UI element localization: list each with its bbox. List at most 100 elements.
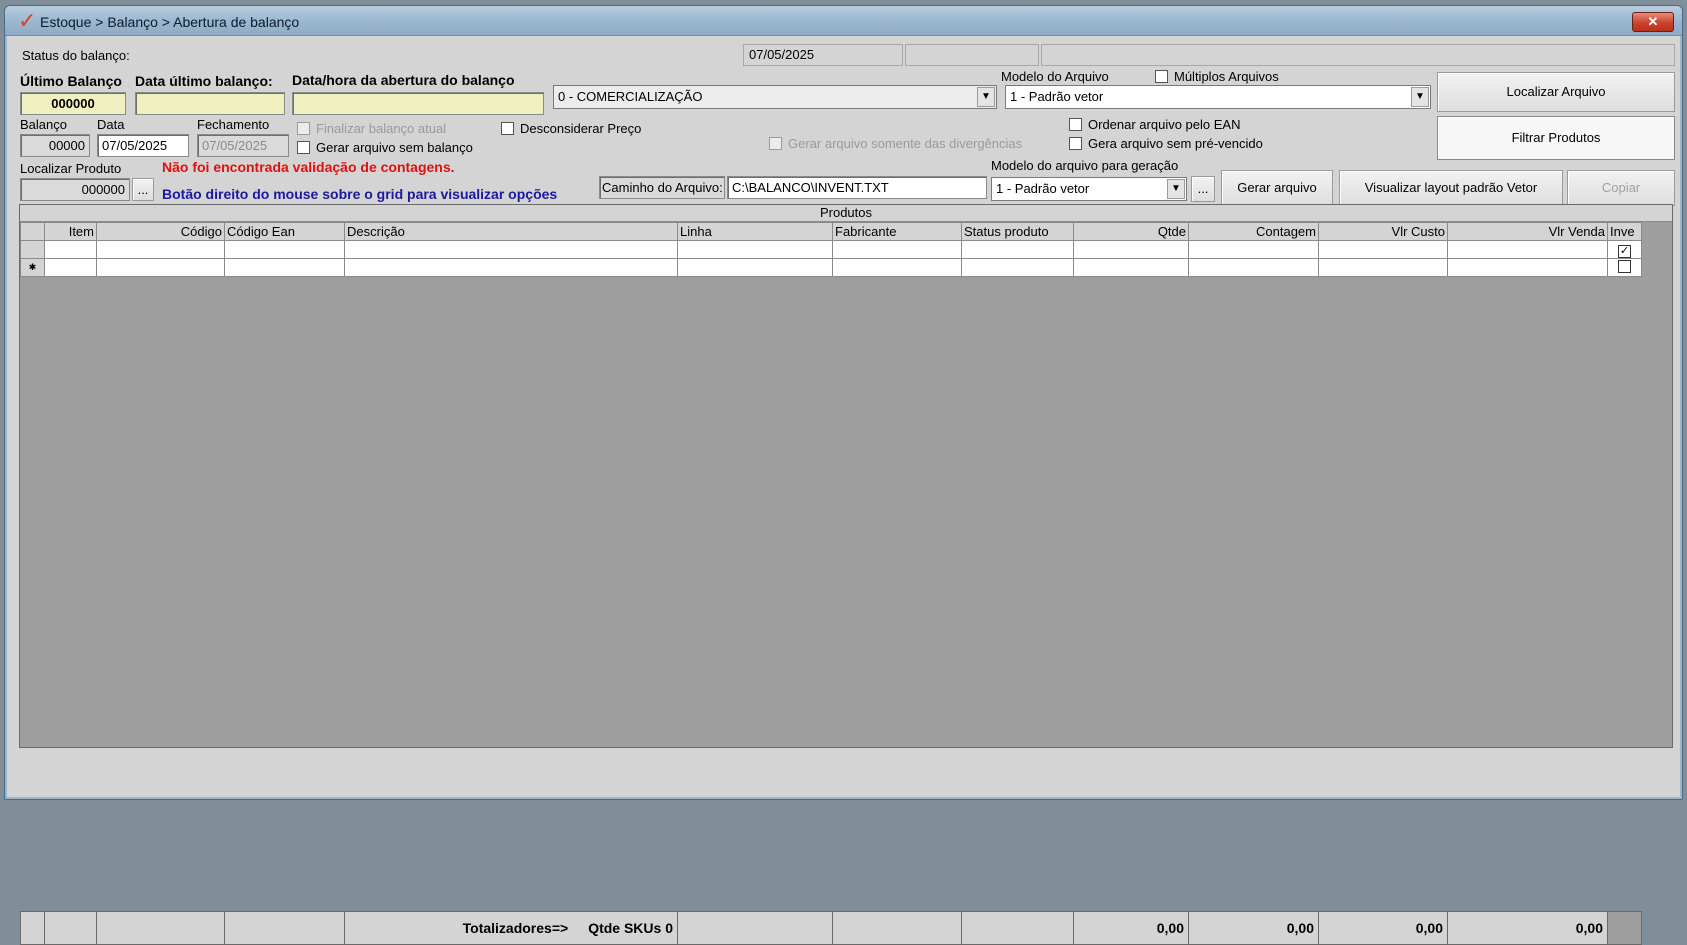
cell-vlr-venda[interactable]	[1447, 240, 1608, 259]
checkbox-icon	[769, 137, 782, 150]
localizar-produto-ellipsis-button[interactable]: ...	[132, 178, 154, 201]
vlr-custo-total: 0,00	[1318, 911, 1448, 945]
row-indicator[interactable]	[20, 240, 45, 259]
checkbox-icon	[501, 122, 514, 135]
cell-qtde[interactable]	[1073, 258, 1189, 277]
localizar-produto-field[interactable]: 000000	[20, 178, 130, 201]
finalizar-balanco-label: Finalizar balanço atual	[316, 121, 447, 136]
grid-header-row: Item Código Código Ean Descrição Linha F…	[20, 222, 1642, 241]
cell-contagem[interactable]	[1188, 258, 1319, 277]
dropdown-arrow-icon[interactable]: ▼	[977, 87, 995, 107]
ultimo-balanco-field: 000000	[20, 92, 126, 115]
cell-status-produto[interactable]	[961, 258, 1074, 277]
col-header-linha[interactable]: Linha	[677, 222, 833, 241]
cell-descricao[interactable]	[344, 258, 678, 277]
validacao-warning-text: Não foi encontrada validação de contagen…	[162, 159, 455, 175]
dropdown-arrow-icon[interactable]: ▼	[1411, 87, 1429, 107]
gera-sem-prevencido-checkbox[interactable]: Gera arquivo sem pré-vencido	[1069, 136, 1263, 151]
grid-caption: Produtos	[20, 205, 1672, 222]
filtrar-produtos-button[interactable]: Filtrar Produtos	[1437, 116, 1675, 160]
cell-inve[interactable]	[1607, 258, 1642, 277]
col-header-vlr-custo[interactable]: Vlr Custo	[1318, 222, 1448, 241]
main-window: ✓ Estoque > Balanço > Abertura de balanç…	[4, 5, 1683, 945]
modelo-geracao-ellipsis-button[interactable]: ...	[1191, 176, 1215, 202]
totals-row: Totalizadores=> Qtde SKUs 0 0,00 0,00 0,0…	[20, 911, 1642, 945]
col-header-contagem[interactable]: Contagem	[1188, 222, 1319, 241]
cell-vlr-custo[interactable]	[1318, 240, 1448, 259]
totalizadores-label: Totalizadores=>	[462, 920, 569, 936]
col-header-fabricante[interactable]: Fabricante	[832, 222, 962, 241]
dropdown-arrow-icon[interactable]: ▼	[1167, 179, 1185, 199]
desconsiderar-preco-label: Desconsiderar Preço	[520, 121, 642, 136]
ordenar-ean-checkbox[interactable]: Ordenar arquivo pelo EAN	[1069, 117, 1240, 132]
gerar-divergencias-checkbox[interactable]: Gerar arquivo somente das divergências	[769, 136, 1022, 151]
col-header-codigo-ean[interactable]: Código Ean	[224, 222, 345, 241]
col-header-status-produto[interactable]: Status produto	[961, 222, 1074, 241]
localizar-arquivo-button[interactable]: Localizar Arquivo	[1437, 72, 1675, 112]
data-abertura-field	[292, 92, 544, 115]
modelo-geracao-value: 1 - Padrão vetor	[996, 181, 1090, 196]
copiar-button[interactable]: Copiar	[1567, 170, 1675, 206]
cell-status-produto[interactable]	[961, 240, 1074, 259]
caminho-arquivo-field[interactable]: C:\BALANCO\INVENT.TXT	[727, 176, 987, 199]
cell-codigo[interactable]	[96, 258, 225, 277]
tipo-balanco-select[interactable]: 0 - COMERCIALIZAÇÃO ▼	[553, 85, 997, 109]
col-header-item[interactable]: Item	[44, 222, 97, 241]
cell-inve[interactable]: ✓	[1607, 240, 1642, 259]
balanco-field[interactable]: 00000	[20, 134, 90, 157]
cell-vlr-venda[interactable]	[1447, 258, 1608, 277]
table-row[interactable]: ✓	[20, 240, 1642, 259]
finalizar-balanco-checkbox[interactable]: Finalizar balanço atual	[297, 121, 446, 136]
title-bar[interactable]: ✓ Estoque > Balanço > Abertura de balanç…	[5, 6, 1682, 36]
modelo-arquivo-label: Modelo do Arquivo	[1001, 69, 1109, 84]
cell-descricao[interactable]	[344, 240, 678, 259]
cell-codigo[interactable]	[96, 240, 225, 259]
checkbox-unchecked-icon[interactable]	[1618, 259, 1631, 273]
totals-fabricante	[832, 911, 962, 945]
col-header-codigo[interactable]: Código	[96, 222, 225, 241]
data-abertura-label: Data/hora da abertura do balanço	[292, 72, 515, 88]
cell-item[interactable]	[44, 240, 97, 259]
contagem-total: 0,00	[1188, 911, 1319, 945]
col-header-vlr-venda[interactable]: Vlr Venda	[1447, 222, 1608, 241]
cell-vlr-custo[interactable]	[1318, 258, 1448, 277]
checkbox-icon	[1069, 137, 1082, 150]
totals-indicator	[20, 911, 45, 945]
cell-item[interactable]	[44, 258, 97, 277]
data-field[interactable]: 07/05/2025	[97, 134, 189, 157]
cell-linha[interactable]	[677, 240, 833, 259]
col-header-qtde[interactable]: Qtde	[1073, 222, 1189, 241]
cell-fabricante[interactable]	[832, 240, 962, 259]
totals-inve	[1607, 911, 1642, 945]
totals-item	[44, 911, 97, 945]
cell-fabricante[interactable]	[832, 258, 962, 277]
gerar-sem-balanco-checkbox[interactable]: Gerar arquivo sem balanço	[297, 140, 473, 155]
checkbox-checked-icon[interactable]: ✓	[1618, 244, 1631, 258]
cell-codigo-ean[interactable]	[224, 240, 345, 259]
col-header-inve[interactable]: Inve	[1607, 222, 1642, 241]
modelo-arquivo-select[interactable]: 1 - Padrão vetor ▼	[1005, 85, 1431, 109]
cell-qtde[interactable]	[1073, 240, 1189, 259]
close-button[interactable]: ✕	[1632, 12, 1674, 32]
data-ultimo-label: Data último balanço:	[135, 73, 273, 89]
window-title: Estoque > Balanço > Abertura de balanço	[40, 14, 300, 30]
cell-linha[interactable]	[677, 258, 833, 277]
gerar-arquivo-button[interactable]: Gerar arquivo	[1221, 170, 1333, 206]
new-row-indicator-icon[interactable]: ✱	[20, 258, 45, 277]
cell-contagem[interactable]	[1188, 240, 1319, 259]
cell-codigo-ean[interactable]	[224, 258, 345, 277]
produtos-table[interactable]: Item Código Código Ean Descrição Linha F…	[20, 222, 1642, 277]
ordenar-ean-label: Ordenar arquivo pelo EAN	[1088, 117, 1241, 132]
checkbox-icon	[1069, 118, 1082, 131]
status-field-2	[905, 44, 1039, 66]
table-row-new[interactable]: ✱	[20, 258, 1642, 277]
totals-descricao: Totalizadores=> Qtde SKUs 0	[344, 911, 678, 945]
multiplos-arquivos-checkbox[interactable]: Múltiplos Arquivos	[1155, 69, 1279, 84]
visualizar-layout-button[interactable]: Visualizar layout padrão Vetor	[1339, 170, 1563, 206]
gera-sem-prevencido-label: Gera arquivo sem pré-vencido	[1088, 136, 1263, 151]
modelo-geracao-select[interactable]: 1 - Padrão vetor ▼	[991, 177, 1187, 201]
col-header-descricao[interactable]: Descrição	[344, 222, 678, 241]
desconsiderar-preco-checkbox[interactable]: Desconsiderar Preço	[501, 121, 641, 136]
status-field-3	[1041, 44, 1675, 66]
produtos-grid[interactable]: Produtos Item Código Código Ean Descriçã…	[19, 204, 1673, 945]
